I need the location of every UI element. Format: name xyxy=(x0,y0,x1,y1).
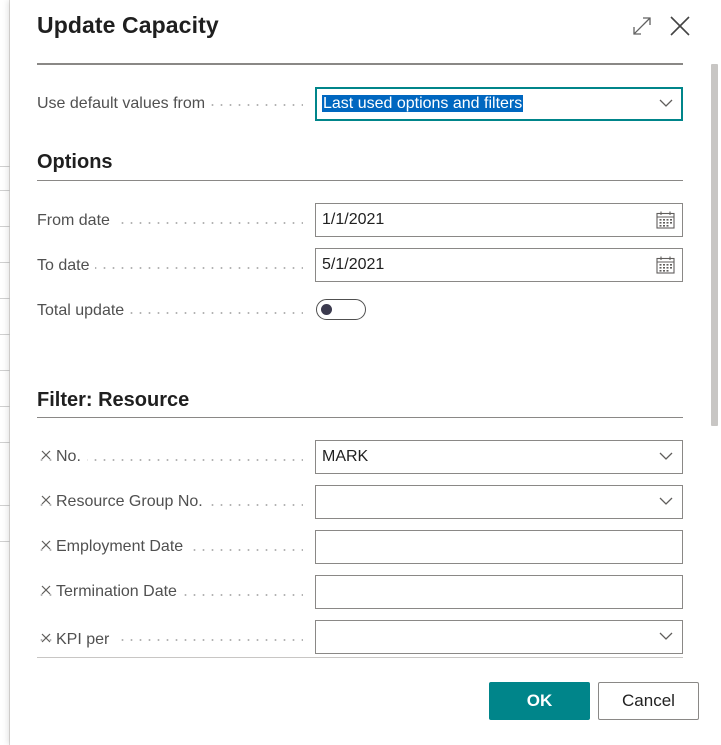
remove-filter-icon[interactable] xyxy=(41,540,51,550)
vertical-scrollbar[interactable] xyxy=(710,64,719,654)
remove-filter-icon[interactable] xyxy=(41,495,51,505)
from-date-value: 1/1/2021 xyxy=(322,211,385,228)
filter-employment-date-label: Employment Date xyxy=(56,538,190,556)
remove-filter-icon[interactable] xyxy=(41,585,51,595)
chevron-down-icon xyxy=(659,497,673,505)
filter-termination-date-label: Termination Date xyxy=(56,583,183,601)
total-update-toggle[interactable] xyxy=(316,299,366,320)
filter-no-label: No. xyxy=(56,448,87,466)
filter-kpi-per-select[interactable] xyxy=(315,620,683,654)
default-values-label: Use default values from xyxy=(37,95,212,113)
filter-employment-date-field[interactable] xyxy=(315,530,683,564)
to-date-label: To date xyxy=(37,257,96,275)
from-date-field[interactable]: 1/1/2021 xyxy=(315,203,683,237)
filter-kpi-per-label: KPI per xyxy=(56,631,116,649)
background-page-strip xyxy=(0,0,10,745)
filter-termination-date-field[interactable] xyxy=(315,575,683,609)
default-values-value: Last used options and filters xyxy=(322,95,524,112)
expand-icon[interactable] xyxy=(630,14,654,38)
filter-no-value: MARK xyxy=(322,448,369,465)
to-date-field[interactable]: 5/1/2021 xyxy=(315,248,683,282)
footer-divider xyxy=(37,657,683,658)
chevron-down-icon xyxy=(659,99,673,107)
close-icon[interactable] xyxy=(668,14,692,38)
filter-no-select[interactable]: MARK xyxy=(315,440,683,474)
ok-button[interactable]: OK xyxy=(489,682,590,720)
cancel-button[interactable]: Cancel xyxy=(598,682,699,720)
filter-resource-group-select[interactable] xyxy=(315,485,683,519)
toggle-knob xyxy=(321,304,332,315)
chevron-down-icon xyxy=(659,452,673,460)
dialog-title: Update Capacity xyxy=(37,12,219,38)
default-values-select[interactable]: Last used options and filters xyxy=(315,87,683,121)
calendar-icon[interactable] xyxy=(656,211,675,229)
update-capacity-dialog: Update Capacity Use default values from … xyxy=(10,0,721,745)
to-date-value: 5/1/2021 xyxy=(322,256,385,273)
remove-filter-icon[interactable] xyxy=(41,450,51,460)
calendar-icon[interactable] xyxy=(656,256,675,274)
remove-filter-icon[interactable] xyxy=(41,633,51,643)
options-section-title: Options xyxy=(37,151,113,173)
dialog-header: Update Capacity xyxy=(10,0,721,62)
options-divider xyxy=(37,180,683,181)
total-update-label: Total update xyxy=(37,302,131,320)
dialog-content: Use default values from Last used option… xyxy=(10,64,710,657)
chevron-down-icon xyxy=(659,632,673,640)
filter-divider xyxy=(37,417,683,418)
filter-resource-group-label: Resource Group No. xyxy=(56,493,209,511)
scrollbar-thumb[interactable] xyxy=(711,64,718,426)
filter-section-title: Filter: Resource xyxy=(37,389,190,411)
from-date-label: From date xyxy=(37,212,116,230)
